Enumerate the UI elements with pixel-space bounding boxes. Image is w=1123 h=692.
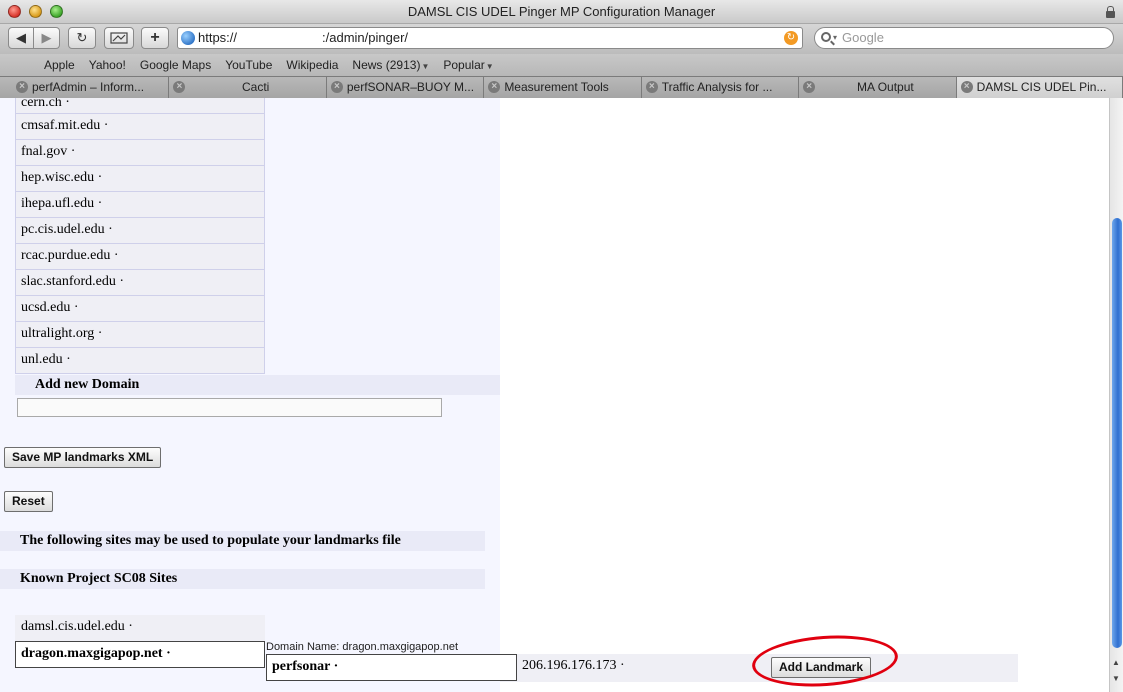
tab-label: Measurement Tools <box>504 80 609 94</box>
bookmark-news[interactable]: News (2913)▼ <box>352 58 429 72</box>
domain-item-rcac: rcac.purdue.edu · <box>15 244 265 270</box>
tab-close-icon[interactable]: × <box>16 81 28 93</box>
tab-close-icon[interactable]: × <box>173 81 186 93</box>
bookmark-wikipedia[interactable]: Wikipedia <box>286 58 338 72</box>
landmark-ip-cell: 206.196.176.173 · <box>522 658 625 673</box>
plus-icon: + <box>150 29 160 46</box>
bookmark-news-label: News (2913) <box>352 58 421 72</box>
bookmark-apple[interactable]: Apple <box>44 58 75 72</box>
sites-intro-heading: The following sites may be used to popul… <box>0 531 485 551</box>
bookmark-yahoo[interactable]: Yahoo! <box>89 58 126 72</box>
bookmark-youtube[interactable]: YouTube <box>225 58 272 72</box>
tab-label: Traffic Analysis for ... <box>661 80 773 94</box>
close-window-icon[interactable] <box>8 5 21 18</box>
domain-item-ucsd: ucsd.edu · <box>15 296 265 322</box>
search-input[interactable]: ▾ Google <box>814 27 1114 49</box>
tab-close-icon[interactable]: × <box>645 81 658 93</box>
tab-label: perfSONAR–BUOY M... <box>346 80 475 94</box>
tab-close-icon[interactable]: × <box>488 81 501 93</box>
known-site-dragon[interactable]: dragon.maxgigapop.net · <box>15 641 265 668</box>
tab-bar: × perfAdmin – Inform... × Cacti × perfSO… <box>0 76 1123 98</box>
known-site-damsl: damsl.cis.udel.edu · <box>15 615 265 641</box>
tab-measurement-tools[interactable]: × Measurement Tools <box>484 77 642 98</box>
page-viewport: cern.ch · cmsaf.mit.edu · fnal.gov · hep… <box>0 98 1109 692</box>
tab-cacti[interactable]: × Cacti <box>169 77 327 98</box>
lock-icon <box>1106 6 1115 18</box>
url-scheme: https:// <box>198 30 238 45</box>
reload-button[interactable]: ↻ <box>68 27 96 49</box>
back-button[interactable]: ◀ <box>8 27 34 49</box>
domain-item-unl: unl.edu · <box>15 348 265 374</box>
domain-item-slac: slac.stanford.edu · <box>15 270 265 296</box>
bookmarks-bar: Apple Yahoo! Google Maps YouTube Wikiped… <box>0 54 1123 76</box>
url-reload-icon[interactable]: ↻ <box>784 31 798 45</box>
tab-traffic-analysis[interactable]: × Traffic Analysis for ... <box>641 77 800 98</box>
tab-perfadmin[interactable]: × perfAdmin – Inform... <box>0 77 170 98</box>
tab-ma-output[interactable]: × MA Output <box>799 77 957 98</box>
zoom-window-icon[interactable] <box>50 5 63 18</box>
tab-close-icon[interactable]: × <box>330 81 343 93</box>
window-titlebar: DAMSL CIS UDEL Pinger MP Configuration M… <box>0 0 1123 24</box>
back-arrow-icon: ◀ <box>16 30 26 45</box>
tab-close-icon[interactable]: × <box>960 81 973 93</box>
search-placeholder: Google <box>842 30 884 45</box>
search-icon <box>821 32 831 42</box>
snapback-button[interactable] <box>104 27 134 49</box>
forward-button[interactable]: ▶ <box>34 27 60 49</box>
bookmark-popular[interactable]: Popular▼ <box>443 58 493 72</box>
domain-item-cmsaf: cmsaf.mit.edu · <box>15 114 265 140</box>
reload-icon: ↻ <box>76 30 88 45</box>
domain-name-label: Domain Name: dragon.maxgigapop.net <box>266 641 459 653</box>
tab-damsl-pinger[interactable]: × DAMSL CIS UDEL Pin... <box>956 77 1123 98</box>
domain-item-fnal: fnal.gov · <box>15 140 265 166</box>
add-domain-header: Add new Domain <box>15 375 500 395</box>
tab-label: MA Output <box>857 80 914 94</box>
scroll-up-icon[interactable]: ▲ <box>1112 658 1120 667</box>
scroll-down-icon[interactable]: ▼ <box>1112 674 1120 683</box>
forward-arrow-icon: ▶ <box>41 30 52 45</box>
save-landmarks-button[interactable]: Save MP landmarks XML <box>4 447 162 468</box>
chevron-down-icon: ▼ <box>485 62 494 71</box>
add-bookmark-button[interactable]: + <box>141 27 169 49</box>
scroll-thumb[interactable] <box>1112 218 1122 648</box>
domain-item-ultralight: ultralight.org · <box>15 322 265 348</box>
bookmark-popular-label: Popular <box>443 58 485 72</box>
tab-close-icon[interactable]: × <box>803 81 816 93</box>
domain-item-hep-wisc: hep.wisc.edu · <box>15 166 265 192</box>
page-scrollbar[interactable]: ▲ ▼ <box>1109 98 1123 692</box>
address-bar[interactable]: https:// :/admin/pinger/ ↻ <box>177 27 803 49</box>
domain-item-cern: cern.ch · <box>15 98 265 114</box>
domain-item-ihepa: ihepa.ufl.edu · <box>15 192 265 218</box>
new-domain-input[interactable] <box>17 398 442 417</box>
add-landmark-button[interactable]: Add Landmark <box>771 657 872 678</box>
landmark-host-cell[interactable]: perfsonar · <box>266 654 517 681</box>
tab-label: perfAdmin – Inform... <box>32 80 145 94</box>
tab-perfsonar-buoy[interactable]: × perfSONAR–BUOY M... <box>326 77 485 98</box>
domain-item-pc-cis: pc.cis.udel.edu · <box>15 218 265 244</box>
chevron-down-icon: ▼ <box>421 62 430 71</box>
window-title: DAMSL CIS UDEL Pinger MP Configuration M… <box>407 4 716 19</box>
tab-label: Cacti <box>241 80 270 94</box>
minimize-window-icon[interactable] <box>29 5 42 18</box>
bookmark-google-maps[interactable]: Google Maps <box>140 58 211 72</box>
url-path: :/admin/pinger/ <box>322 30 409 45</box>
chevron-down-icon: ▾ <box>833 33 838 42</box>
globe-icon <box>181 31 195 45</box>
tab-label: DAMSL CIS UDEL Pin... <box>976 80 1107 94</box>
snapback-icon <box>110 32 128 44</box>
reset-button[interactable]: Reset <box>4 491 53 512</box>
browser-toolbar: ◀ ▶ ↻ + https:// :/admin/pinger/ ↻ ▾ Goog… <box>0 24 1123 54</box>
known-sites-header: Known Project SC08 Sites <box>0 569 485 589</box>
